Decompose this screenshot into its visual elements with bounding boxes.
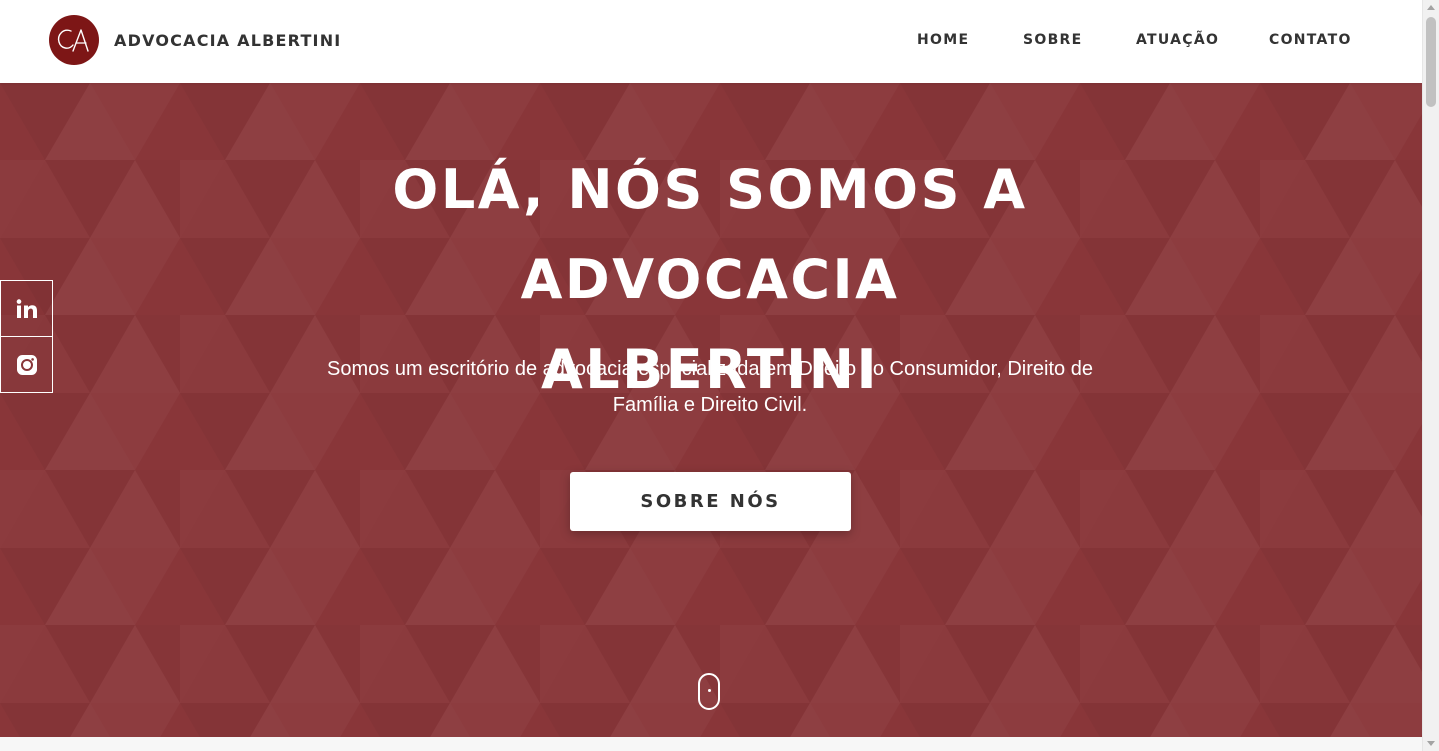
nav-home[interactable]: HOME xyxy=(917,32,969,48)
hero-subtitle-line-1: Somos um escritório de advocacia especia… xyxy=(327,358,1093,380)
scroll-dot xyxy=(708,689,711,692)
scroll-up-arrow-icon[interactable] xyxy=(1427,5,1435,10)
hero-section: OLÁ, NÓS SOMOS A ADVOCACIA ALBERTINI Som… xyxy=(0,83,1422,737)
mouse-scroll-icon[interactable] xyxy=(698,673,720,710)
social-sidebar xyxy=(0,280,53,393)
linkedin-icon[interactable] xyxy=(0,280,53,337)
hero-subtitle-line-2: Família e Direito Civil. xyxy=(612,394,808,416)
instagram-icon[interactable] xyxy=(0,336,53,393)
hero-subtitle: Somos um escritório de advocacia especia… xyxy=(300,351,1120,423)
nav-atuacao[interactable]: ATUAÇÃO xyxy=(1136,32,1219,48)
sobre-nos-button[interactable]: SOBRE NÓS xyxy=(570,472,851,531)
vertical-scrollbar[interactable] xyxy=(1422,0,1439,751)
nav-sobre[interactable]: SOBRE xyxy=(1023,32,1083,48)
brand-name[interactable]: ADVOCACIA ALBERTINI xyxy=(114,31,341,50)
nav-contato[interactable]: CONTATO xyxy=(1269,32,1352,48)
next-section-edge xyxy=(0,737,1422,751)
site-header: ADVOCACIA ALBERTINI HOME SOBRE ATUAÇÃO C… xyxy=(0,0,1422,83)
ca-monogram-logo[interactable] xyxy=(49,15,99,65)
hero-title-line-1: OLÁ, NÓS SOMOS A ADVOCACIA xyxy=(392,158,1028,311)
scrollbar-thumb[interactable] xyxy=(1426,17,1436,107)
scroll-down-arrow-icon[interactable] xyxy=(1427,741,1435,746)
page: ADVOCACIA ALBERTINI HOME SOBRE ATUAÇÃO C… xyxy=(0,0,1422,751)
